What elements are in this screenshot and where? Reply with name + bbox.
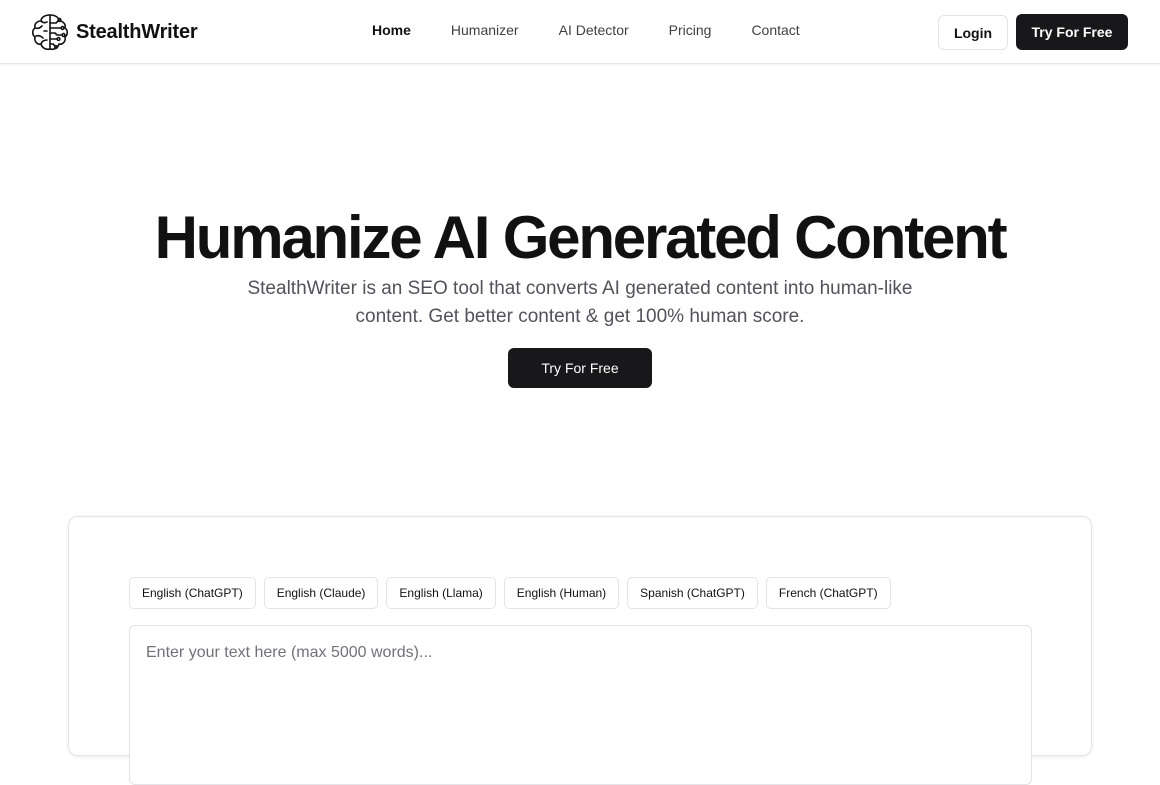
text-input-area[interactable] (129, 625, 1032, 785)
tab-french-chatgpt[interactable]: French (ChatGPT) (765, 577, 891, 609)
hero-subtitle: StealthWriter is an SEO tool that conver… (247, 278, 913, 327)
try-for-free-hero-button[interactable]: Try For Free (508, 348, 652, 388)
hero-title: Humanize AI Generated Content (154, 204, 1008, 271)
tab-english-llama[interactable]: English (Llama) (386, 577, 496, 609)
top-navbar: StealthWriter Home Humanizer AI Detector… (0, 0, 1160, 64)
tab-english-chatgpt[interactable]: English (ChatGPT) (129, 577, 256, 609)
tab-spanish-chatgpt[interactable]: Spanish (ChatGPT) (627, 577, 758, 609)
brand-name: StealthWriter (76, 20, 198, 43)
main-nav: Home Humanizer AI Detector Pricing Conta… (372, 22, 800, 38)
brand-logo-link[interactable]: StealthWriter (31, 12, 198, 52)
nav-link-ai-detector[interactable]: AI Detector (559, 22, 629, 38)
login-button[interactable]: Login (938, 15, 1008, 50)
tab-english-claude[interactable]: English (Claude) (263, 577, 379, 609)
try-for-free-nav-button[interactable]: Try For Free (1016, 14, 1128, 50)
nav-link-home[interactable]: Home (372, 22, 411, 38)
tab-english-human[interactable]: English (Human) (503, 577, 620, 609)
brain-circuit-icon (31, 14, 69, 51)
nav-link-contact[interactable]: Contact (751, 22, 799, 38)
humanizer-tool-card: English (ChatGPT) English (Claude) Engli… (68, 516, 1092, 785)
nav-link-humanizer[interactable]: Humanizer (451, 22, 519, 38)
nav-link-pricing[interactable]: Pricing (669, 22, 712, 38)
model-language-tabs: English (ChatGPT) English (Claude) Engli… (129, 577, 891, 609)
